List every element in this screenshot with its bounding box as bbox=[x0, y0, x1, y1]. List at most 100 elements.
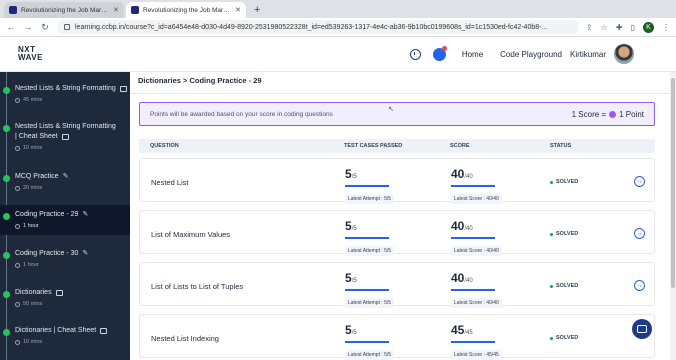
code-playground-link[interactable]: Code Playground bbox=[500, 50, 562, 59]
timer-icon[interactable] bbox=[409, 48, 421, 60]
score-conversion: 1 Score = 1 Point bbox=[572, 110, 644, 119]
tab-title: Revolutionizing the Job Market | N bbox=[21, 6, 110, 14]
latest-score: Latest Score : 40/40 bbox=[451, 246, 502, 256]
extensions-icon[interactable]: ✚ bbox=[616, 23, 623, 32]
completed-dot-icon bbox=[3, 213, 10, 220]
question-title[interactable]: List of Maximum Values bbox=[151, 230, 230, 239]
new-tab-button[interactable]: + bbox=[248, 4, 266, 18]
profile-avatar[interactable]: K bbox=[643, 21, 654, 33]
menu-icon[interactable]: ⋮ bbox=[662, 23, 670, 32]
sidebar-item-label: MCQ Practice bbox=[15, 173, 59, 180]
score: 40/40 Latest Score : 40/40 bbox=[451, 217, 502, 257]
score-total: /40 bbox=[464, 278, 473, 284]
browser-tab-active[interactable]: Revolutionizing the Job Market | N ✕ bbox=[126, 2, 246, 18]
mouse-cursor-icon: ↖ bbox=[388, 106, 394, 113]
sidebar-item-dictionaries[interactable]: Dictionaries 50 mins bbox=[0, 288, 130, 307]
table-header: QUESTION TEST CASES PASSED SCORE STATUS bbox=[139, 139, 655, 153]
score-value: 40 bbox=[451, 167, 465, 181]
column-header-score: SCORE bbox=[450, 143, 470, 149]
question-title[interactable]: Nested List bbox=[151, 178, 189, 187]
score: 40/40 Latest Score : 40/40 bbox=[451, 269, 502, 309]
sidebar-item-coding-practice-29[interactable]: Coding Practice - 29 ✎ 1 hour bbox=[0, 205, 130, 235]
reload-icon[interactable]: ↻ bbox=[40, 22, 50, 33]
scrollbar-thumb[interactable] bbox=[671, 78, 675, 288]
passed-total: /5 bbox=[351, 174, 357, 180]
sidebar-item-coding-practice-30[interactable]: Coding Practice - 30 ✎ 1 hour bbox=[0, 249, 130, 268]
sidebar-toggle-icon[interactable]: ▯ bbox=[631, 23, 635, 32]
chat-support-button[interactable] bbox=[632, 319, 652, 339]
user-avatar[interactable] bbox=[614, 44, 634, 64]
pencil-icon: ✎ bbox=[62, 173, 69, 180]
sidebar-item-duration: 10 mins bbox=[23, 145, 43, 151]
browser-tab[interactable]: Revolutionizing the Job Market | N ✕ bbox=[4, 2, 124, 18]
page-scrollbar[interactable] bbox=[670, 72, 676, 360]
passed-count: 5 bbox=[345, 219, 352, 233]
sidebar-item-nested-lists-cheat-sheet[interactable]: Nested Lists & String Formatting | Cheat… bbox=[0, 122, 130, 151]
question-title[interactable]: Nested List Indexing bbox=[151, 334, 219, 343]
passed-total: /5 bbox=[351, 226, 357, 232]
score: 40/40 Latest Score : 40/40 bbox=[451, 165, 502, 205]
home-link[interactable]: Home bbox=[462, 50, 483, 59]
tab-close-icon[interactable]: ✕ bbox=[113, 6, 119, 14]
passed-total: /5 bbox=[351, 278, 357, 284]
status-badge: SOLVED bbox=[550, 283, 578, 289]
passed-count: 5 bbox=[345, 167, 352, 181]
breadcrumb[interactable]: Dictionaries > Coding Practice - 29 bbox=[130, 72, 676, 94]
url-text: learning.ccbp.in/course?c_id=a6454e48-d0… bbox=[75, 23, 548, 31]
column-header-test-cases: TEST CASES PASSED bbox=[344, 143, 403, 149]
tab-close-icon[interactable]: ✕ bbox=[235, 6, 241, 14]
sidebar-item-nested-lists[interactable]: Nested Lists & String Formatting 45 mins bbox=[0, 84, 130, 103]
score-progress-bar bbox=[451, 185, 495, 187]
sidebar-item-mcq-practice[interactable]: MCQ Practice ✎ 20 mins bbox=[0, 172, 130, 191]
nxtwave-logo[interactable]: NXT WAVE bbox=[18, 46, 43, 62]
sidebar-item-dictionaries-cheat-sheet[interactable]: Dictionaries | Cheat Sheet 10 mins bbox=[0, 326, 130, 345]
sidebar-item-duration: 50 mins bbox=[23, 301, 43, 307]
scoring-info-banner: Points will be awarded based on your sco… bbox=[139, 102, 655, 126]
coin-icon bbox=[609, 110, 617, 118]
user-name[interactable]: Kirtikumar bbox=[570, 50, 606, 59]
passed-progress-bar bbox=[345, 341, 389, 343]
open-question-arrow-icon[interactable]: → bbox=[634, 228, 645, 239]
status-text: SOLVED bbox=[556, 335, 579, 341]
open-question-arrow-icon[interactable]: → bbox=[634, 176, 645, 187]
sidebar-item-label: Dictionaries bbox=[15, 289, 52, 296]
status-dot-icon bbox=[550, 180, 553, 184]
clock-icon bbox=[15, 145, 20, 151]
pencil-icon: ✎ bbox=[82, 250, 89, 257]
clock-icon bbox=[15, 223, 20, 229]
table-row[interactable]: List of Maximum Values 5/5 Latest Attemp… bbox=[139, 210, 655, 257]
latest-score: Latest Score : 45/45 bbox=[451, 350, 502, 360]
table-row[interactable]: Nested List 5/5 Latest Attempt : 5/5 40/… bbox=[139, 158, 655, 205]
score-progress-bar bbox=[451, 341, 495, 343]
latest-score: Latest Score : 40/40 bbox=[451, 194, 502, 204]
passed-count: 5 bbox=[345, 271, 352, 285]
completed-dot-icon bbox=[3, 125, 10, 132]
score-progress-bar bbox=[451, 237, 495, 239]
status-dot-icon bbox=[550, 232, 553, 236]
column-header-question: QUESTION bbox=[150, 143, 179, 149]
sidebar-item-duration: 1 hour bbox=[23, 262, 39, 268]
bookmark-star-icon[interactable]: ☆ bbox=[601, 23, 608, 32]
completed-dot-icon bbox=[3, 252, 10, 259]
completed-dot-icon bbox=[3, 175, 10, 182]
open-question-arrow-icon[interactable]: → bbox=[634, 280, 645, 291]
completed-dot-icon bbox=[3, 87, 10, 94]
score: 45/45 Latest Score : 45/45 bbox=[451, 321, 502, 360]
main-content: Dictionaries > Coding Practice - 29 Poin… bbox=[130, 72, 676, 360]
sidebar-item-label: Coding Practice - 30 bbox=[15, 250, 79, 257]
status-dot-icon bbox=[550, 284, 553, 288]
table-row[interactable]: Nested List Indexing 5/5 Latest Attempt … bbox=[139, 314, 655, 360]
url-field[interactable]: learning.ccbp.in/course?c_id=a6454e48-d0… bbox=[57, 20, 580, 34]
share-icon[interactable]: ⇪ bbox=[586, 23, 593, 32]
notification-icon[interactable] bbox=[432, 45, 447, 61]
clock-icon bbox=[15, 97, 20, 103]
sidebar-item-label: Nested Lists & String Formatting bbox=[15, 123, 116, 130]
book-icon bbox=[61, 134, 69, 140]
clock-icon bbox=[15, 185, 20, 191]
forward-icon[interactable]: → bbox=[23, 22, 33, 32]
score-value: 45 bbox=[451, 323, 465, 337]
back-icon[interactable]: ← bbox=[6, 22, 16, 32]
table-row[interactable]: List of Lists to List of Tuples 5/5 Late… bbox=[139, 262, 655, 309]
question-title[interactable]: List of Lists to List of Tuples bbox=[151, 282, 243, 291]
sidebar-item-duration: 10 mins bbox=[23, 339, 43, 345]
